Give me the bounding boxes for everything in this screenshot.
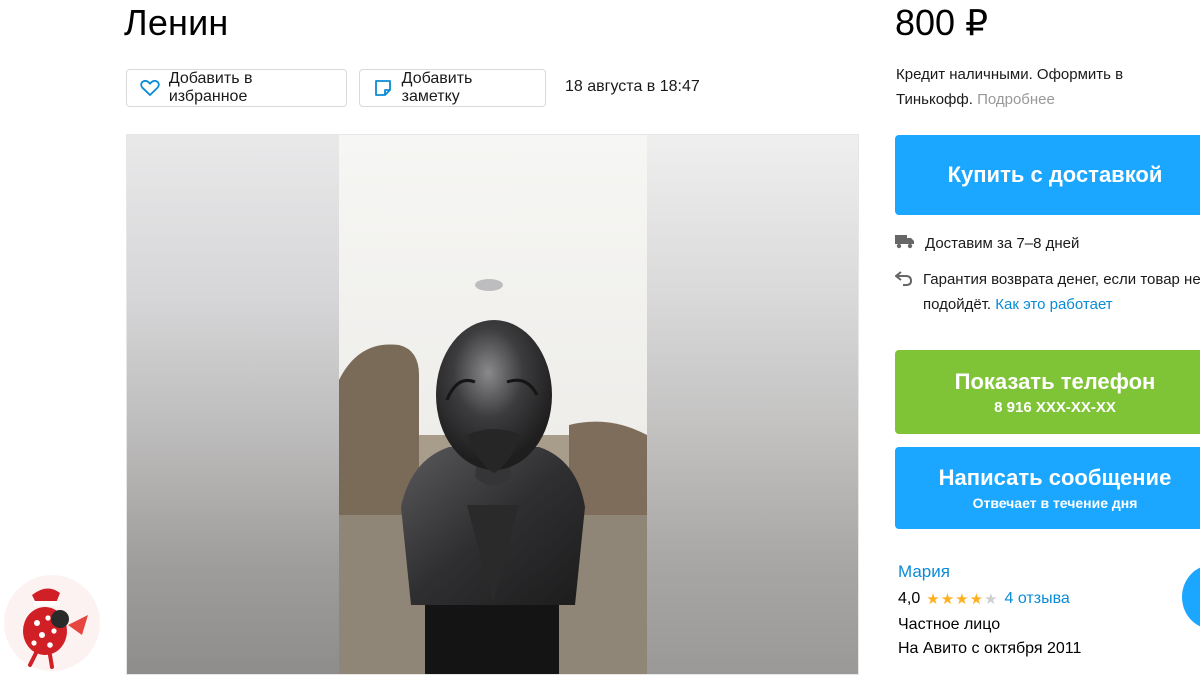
buy-with-delivery-button[interactable]: Купить с доставкой bbox=[895, 135, 1200, 215]
response-time: Отвечает в течение дня bbox=[972, 495, 1138, 511]
photo-blur-left bbox=[127, 135, 339, 674]
reviews-link[interactable]: 4 отзыва bbox=[1005, 590, 1070, 608]
buy-with-delivery-label: Купить с доставкой bbox=[947, 162, 1163, 187]
star-icon: ★ bbox=[984, 591, 999, 608]
credit-more-link[interactable]: Подробнее bbox=[977, 91, 1055, 108]
return-icon bbox=[894, 267, 913, 317]
heart-icon bbox=[139, 77, 161, 99]
photo-blur-right bbox=[647, 135, 858, 674]
star-icon: ★ bbox=[926, 591, 941, 608]
write-message-label: Написать сообщение bbox=[938, 465, 1172, 490]
mascot-logo bbox=[4, 575, 100, 671]
add-note-button[interactable]: Добавить заметку bbox=[359, 69, 546, 107]
rating-value: 4,0 bbox=[898, 590, 921, 607]
add-note-label: Добавить заметку bbox=[401, 70, 473, 105]
seller-type: Частное лицо bbox=[898, 616, 1001, 633]
add-to-favorites-label: Добавить в избранное bbox=[168, 70, 253, 105]
star-icon: ★ bbox=[955, 591, 970, 608]
seller-avatar[interactable] bbox=[1182, 565, 1200, 629]
posted-date: 18 августа в 18:47 bbox=[565, 78, 700, 95]
add-to-favorites-button[interactable]: Добавить в избранное bbox=[126, 69, 347, 107]
write-message-button[interactable]: Написать сообщение Отвечает в течение дн… bbox=[895, 447, 1200, 529]
seller-since: На Авито с октября 2011 bbox=[898, 640, 1082, 657]
seller-rating: 4,0 ★★★★★ 4 отзыва bbox=[898, 590, 1070, 608]
phone-number: 8 916 XXX-XX-XX bbox=[994, 398, 1116, 416]
truck-icon bbox=[895, 233, 915, 253]
star-icon: ★ bbox=[969, 591, 985, 608]
guarantee-info: Гарантия возврата денег, если товар не п… bbox=[894, 267, 1200, 317]
seller-name[interactable]: Мария bbox=[898, 562, 950, 582]
page-title: Ленин bbox=[124, 2, 229, 43]
credit-offer: Кредит наличными. Оформить в Тинькофф. П… bbox=[896, 62, 1186, 112]
delivery-info: Доставим за 7–8 дней bbox=[895, 233, 1079, 253]
star-icon: ★ bbox=[940, 591, 956, 608]
rating-stars: ★★★★★ bbox=[926, 590, 998, 608]
delivery-text: Доставим за 7–8 дней bbox=[925, 234, 1080, 252]
how-it-works-link[interactable]: Как это работает bbox=[995, 296, 1112, 313]
listing-photo[interactable] bbox=[339, 135, 647, 675]
photo-gallery[interactable] bbox=[126, 134, 859, 675]
price: 800 ₽ bbox=[895, 2, 988, 43]
note-icon bbox=[372, 77, 394, 99]
show-phone-button[interactable]: Показать телефон 8 916 XXX-XX-XX bbox=[895, 350, 1200, 434]
show-phone-label: Показать телефон bbox=[954, 368, 1156, 394]
